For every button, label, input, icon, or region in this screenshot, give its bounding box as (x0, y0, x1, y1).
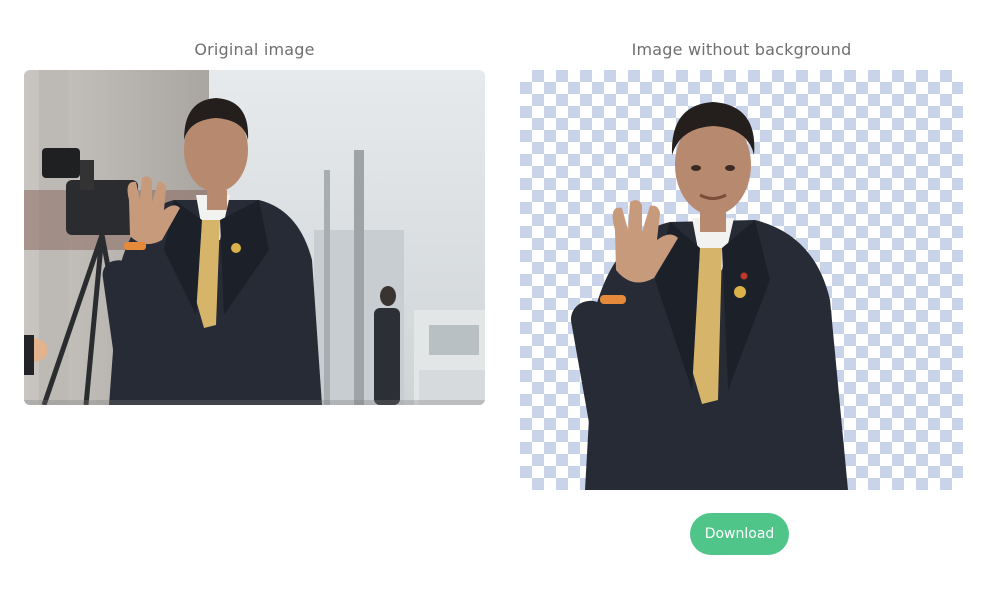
original-image (24, 70, 485, 405)
result-image-title: Image without background (631, 40, 852, 59)
result-image (520, 70, 963, 490)
original-image-title: Original image (194, 40, 315, 59)
download-button[interactable]: Download (690, 513, 789, 555)
background-remover-result: Original image Image without background (0, 0, 1000, 600)
